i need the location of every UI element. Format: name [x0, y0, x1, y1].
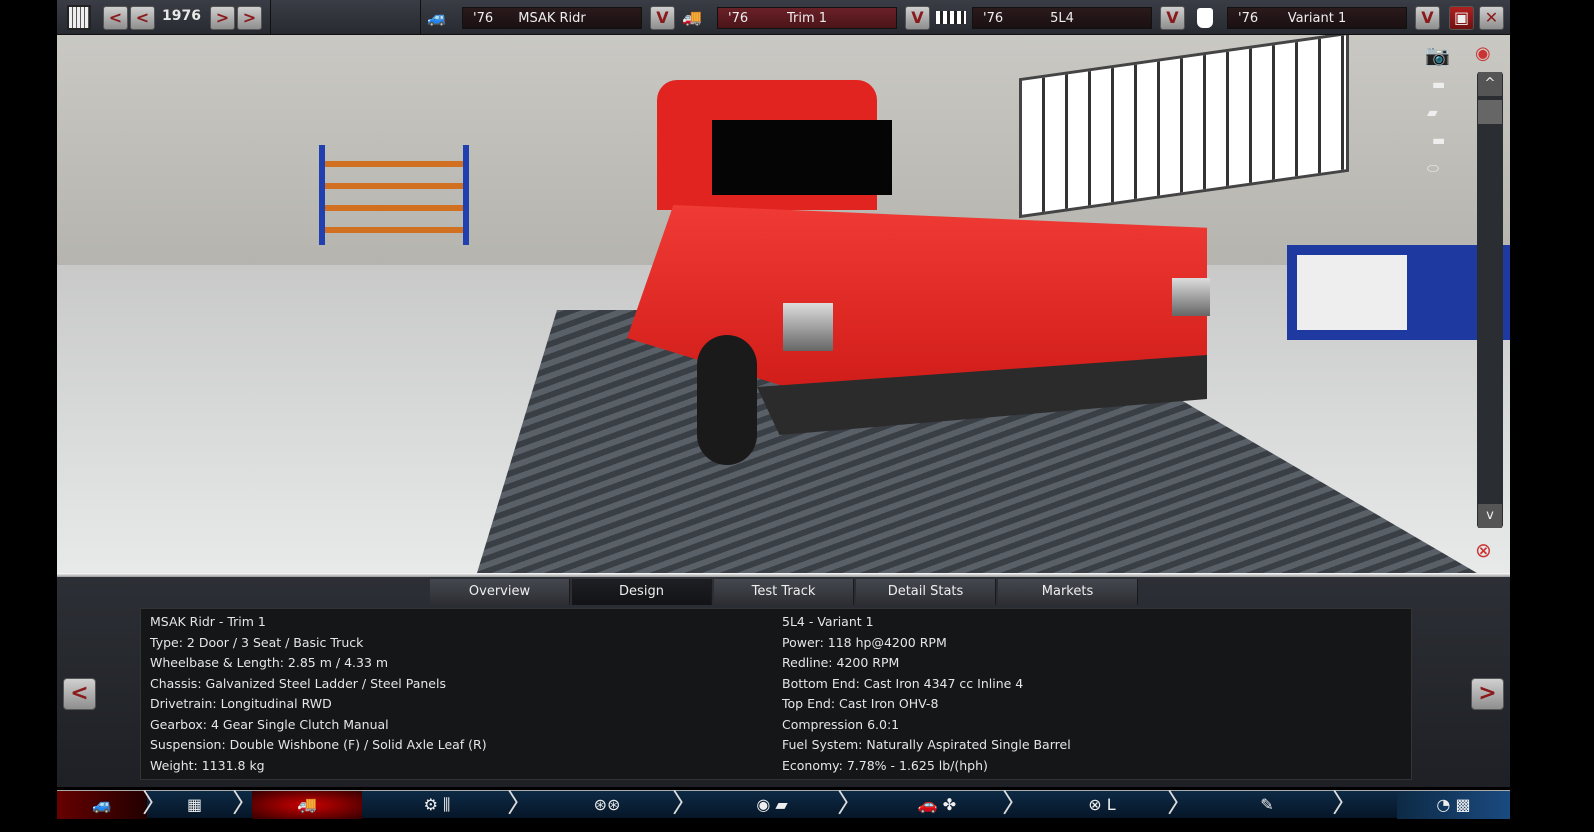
tab-test-track[interactable]: Test Track	[714, 579, 854, 605]
engine-info-line: Top End: Cast Iron OHV-8	[782, 696, 939, 711]
shelf	[319, 145, 469, 245]
variant-select[interactable]: '76 Variant 1	[1227, 7, 1407, 29]
view-side-icon[interactable]: ▰	[1427, 105, 1438, 121]
year-back-button[interactable]: <	[130, 6, 155, 30]
close-icon[interactable]: ✕	[1479, 6, 1504, 30]
car-info-line: Drivetrain: Longitudinal RWD	[150, 696, 332, 711]
chevron-icon: 〉	[507, 789, 534, 819]
scroll-down-button[interactable]: v	[1478, 504, 1502, 528]
model-dropdown-button[interactable]: V	[650, 6, 675, 30]
truck-wheel	[697, 335, 757, 465]
year-forward-button[interactable]: >	[210, 6, 235, 30]
trim-icon: 🚚	[682, 8, 702, 27]
engine-info-line: Compression 6.0:1	[782, 716, 900, 732]
view-rear-icon[interactable]: ▬	[1432, 133, 1445, 149]
step-trim-icon[interactable]: 🚚	[252, 791, 362, 819]
3d-viewport[interactable]: 📷 ◉ ▬ ▰ ▬ ⬭ ^ v ⊗	[57, 35, 1510, 573]
car-model-icon: 🚙	[427, 8, 447, 27]
car-info-line: MSAK Ridr - Trim 1	[150, 614, 266, 629]
year-display: 1976	[162, 8, 201, 24]
truck-cab	[657, 80, 892, 210]
next-page-button[interactable]: >	[1471, 678, 1504, 710]
model-name: MSAK Ridr	[518, 11, 586, 26]
car-info-line: Weight: 1131.8 kg	[150, 757, 265, 773]
year-forward-fast-button[interactable]: >	[237, 6, 262, 30]
chevron-icon: 〉	[1332, 789, 1359, 819]
tab-markets[interactable]: Markets	[998, 579, 1138, 605]
chevron-icon: 〉	[232, 789, 259, 819]
scroll-thumb[interactable]	[1478, 100, 1502, 124]
view-front-icon[interactable]: ▬	[1432, 77, 1445, 93]
engine-info-line: 5L4 - Variant 1	[782, 614, 874, 629]
engine-info-line: Fuel System: Naturally Aspirated Single …	[782, 737, 1071, 752]
chevron-icon: 〉	[672, 789, 699, 819]
chevron-icon: 〉	[1002, 789, 1029, 819]
variant-dropdown-button[interactable]: V	[1415, 6, 1440, 30]
trim-name: Trim 1	[786, 11, 828, 26]
zoom-scrollbar[interactable]: ^ v	[1477, 72, 1503, 528]
tab-overview[interactable]: Overview	[430, 579, 570, 605]
engine-select[interactable]: '76 5L4	[972, 7, 1152, 29]
tail-light-left	[783, 303, 833, 351]
tail-light-right	[1172, 278, 1210, 316]
car-info-line: Suspension: Double Wishbone (F) / Solid …	[150, 737, 487, 752]
variant-name: Variant 1	[1287, 11, 1347, 26]
save-icon[interactable]: ▣	[1449, 6, 1474, 30]
top-toolbar: < < 1976 > > 🚙 '76 MSAK Ridr V 🚚 '76 Trim …	[57, 0, 1510, 35]
step-chassis-icon[interactable]: ⚙ ⫼	[397, 791, 477, 819]
engine-info-line: Power: 118 hp@4200 RPM	[782, 634, 947, 650]
engine-info-line: Bottom End: Cast Iron 4347 cc Inline 4	[782, 675, 1024, 691]
engine-variant-icon	[1197, 8, 1213, 28]
engine-icon	[936, 11, 966, 24]
model-select[interactable]: '76 MSAK Ridr	[462, 7, 642, 29]
step-model-icon[interactable]: 🚙	[57, 791, 147, 819]
car-info-line: Wheelbase & Length: 2.85 m / 4.33 m	[150, 655, 389, 670]
scroll-up-button[interactable]: ^	[1478, 72, 1502, 96]
trim-select[interactable]: '76 Trim 1	[717, 7, 897, 29]
step-body-icon[interactable]: ◉ ▰	[732, 791, 812, 819]
year-back-fast-button[interactable]: <	[103, 6, 128, 30]
chevron-icon: 〉	[142, 789, 169, 819]
calendar-icon[interactable]	[67, 5, 91, 30]
tab-detail-stats[interactable]: Detail Stats	[856, 579, 996, 605]
reset-view-icon[interactable]: ⊗	[1475, 538, 1492, 562]
engine-name: 5L4	[1050, 11, 1074, 26]
chevron-icon: 〉	[837, 789, 864, 819]
engine-info-line: Redline: 4200 RPM	[782, 655, 900, 670]
car-info-line: Type: 2 Door / 3 Seat / Basic Truck	[150, 634, 364, 650]
camera-icon[interactable]: 📷	[1425, 43, 1450, 67]
car-info-line: Gearbox: 4 Gear Single Clutch Manual	[150, 716, 389, 732]
step-tuning-icon[interactable]: ✎	[1242, 791, 1292, 819]
design-steps-bar: 🚙 ▦ 🚚 ⚙ ⫼ ⊛⊛ ◉ ▰ 🚗 ✤ ⊗ L ✎ ◔ ▩ 〉 〉 〉 〉 〉…	[57, 789, 1510, 819]
step-test-icon[interactable]: ◔ ▩	[1397, 791, 1510, 819]
step-wheels-icon[interactable]: ⊛⊛	[567, 791, 647, 819]
step-interior-icon[interactable]: ⊗ L	[1067, 791, 1137, 819]
eye-icon[interactable]: ◉	[1475, 43, 1491, 64]
engine-dropdown-button[interactable]: V	[1160, 6, 1185, 30]
step-aero-icon[interactable]: 🚗 ✤	[877, 791, 997, 819]
tab-design[interactable]: Design	[572, 579, 712, 605]
car-info-line: Chassis: Galvanized Steel Ladder / Steel…	[150, 675, 446, 691]
view-top-icon[interactable]: ⬭	[1427, 161, 1439, 177]
chevron-icon: 〉	[1167, 789, 1194, 819]
trim-dropdown-button[interactable]: V	[905, 6, 930, 30]
engine-info-line: Economy: 7.78% - 1.625 lb/(hph)	[782, 757, 988, 773]
prev-page-button[interactable]: <	[63, 678, 96, 710]
